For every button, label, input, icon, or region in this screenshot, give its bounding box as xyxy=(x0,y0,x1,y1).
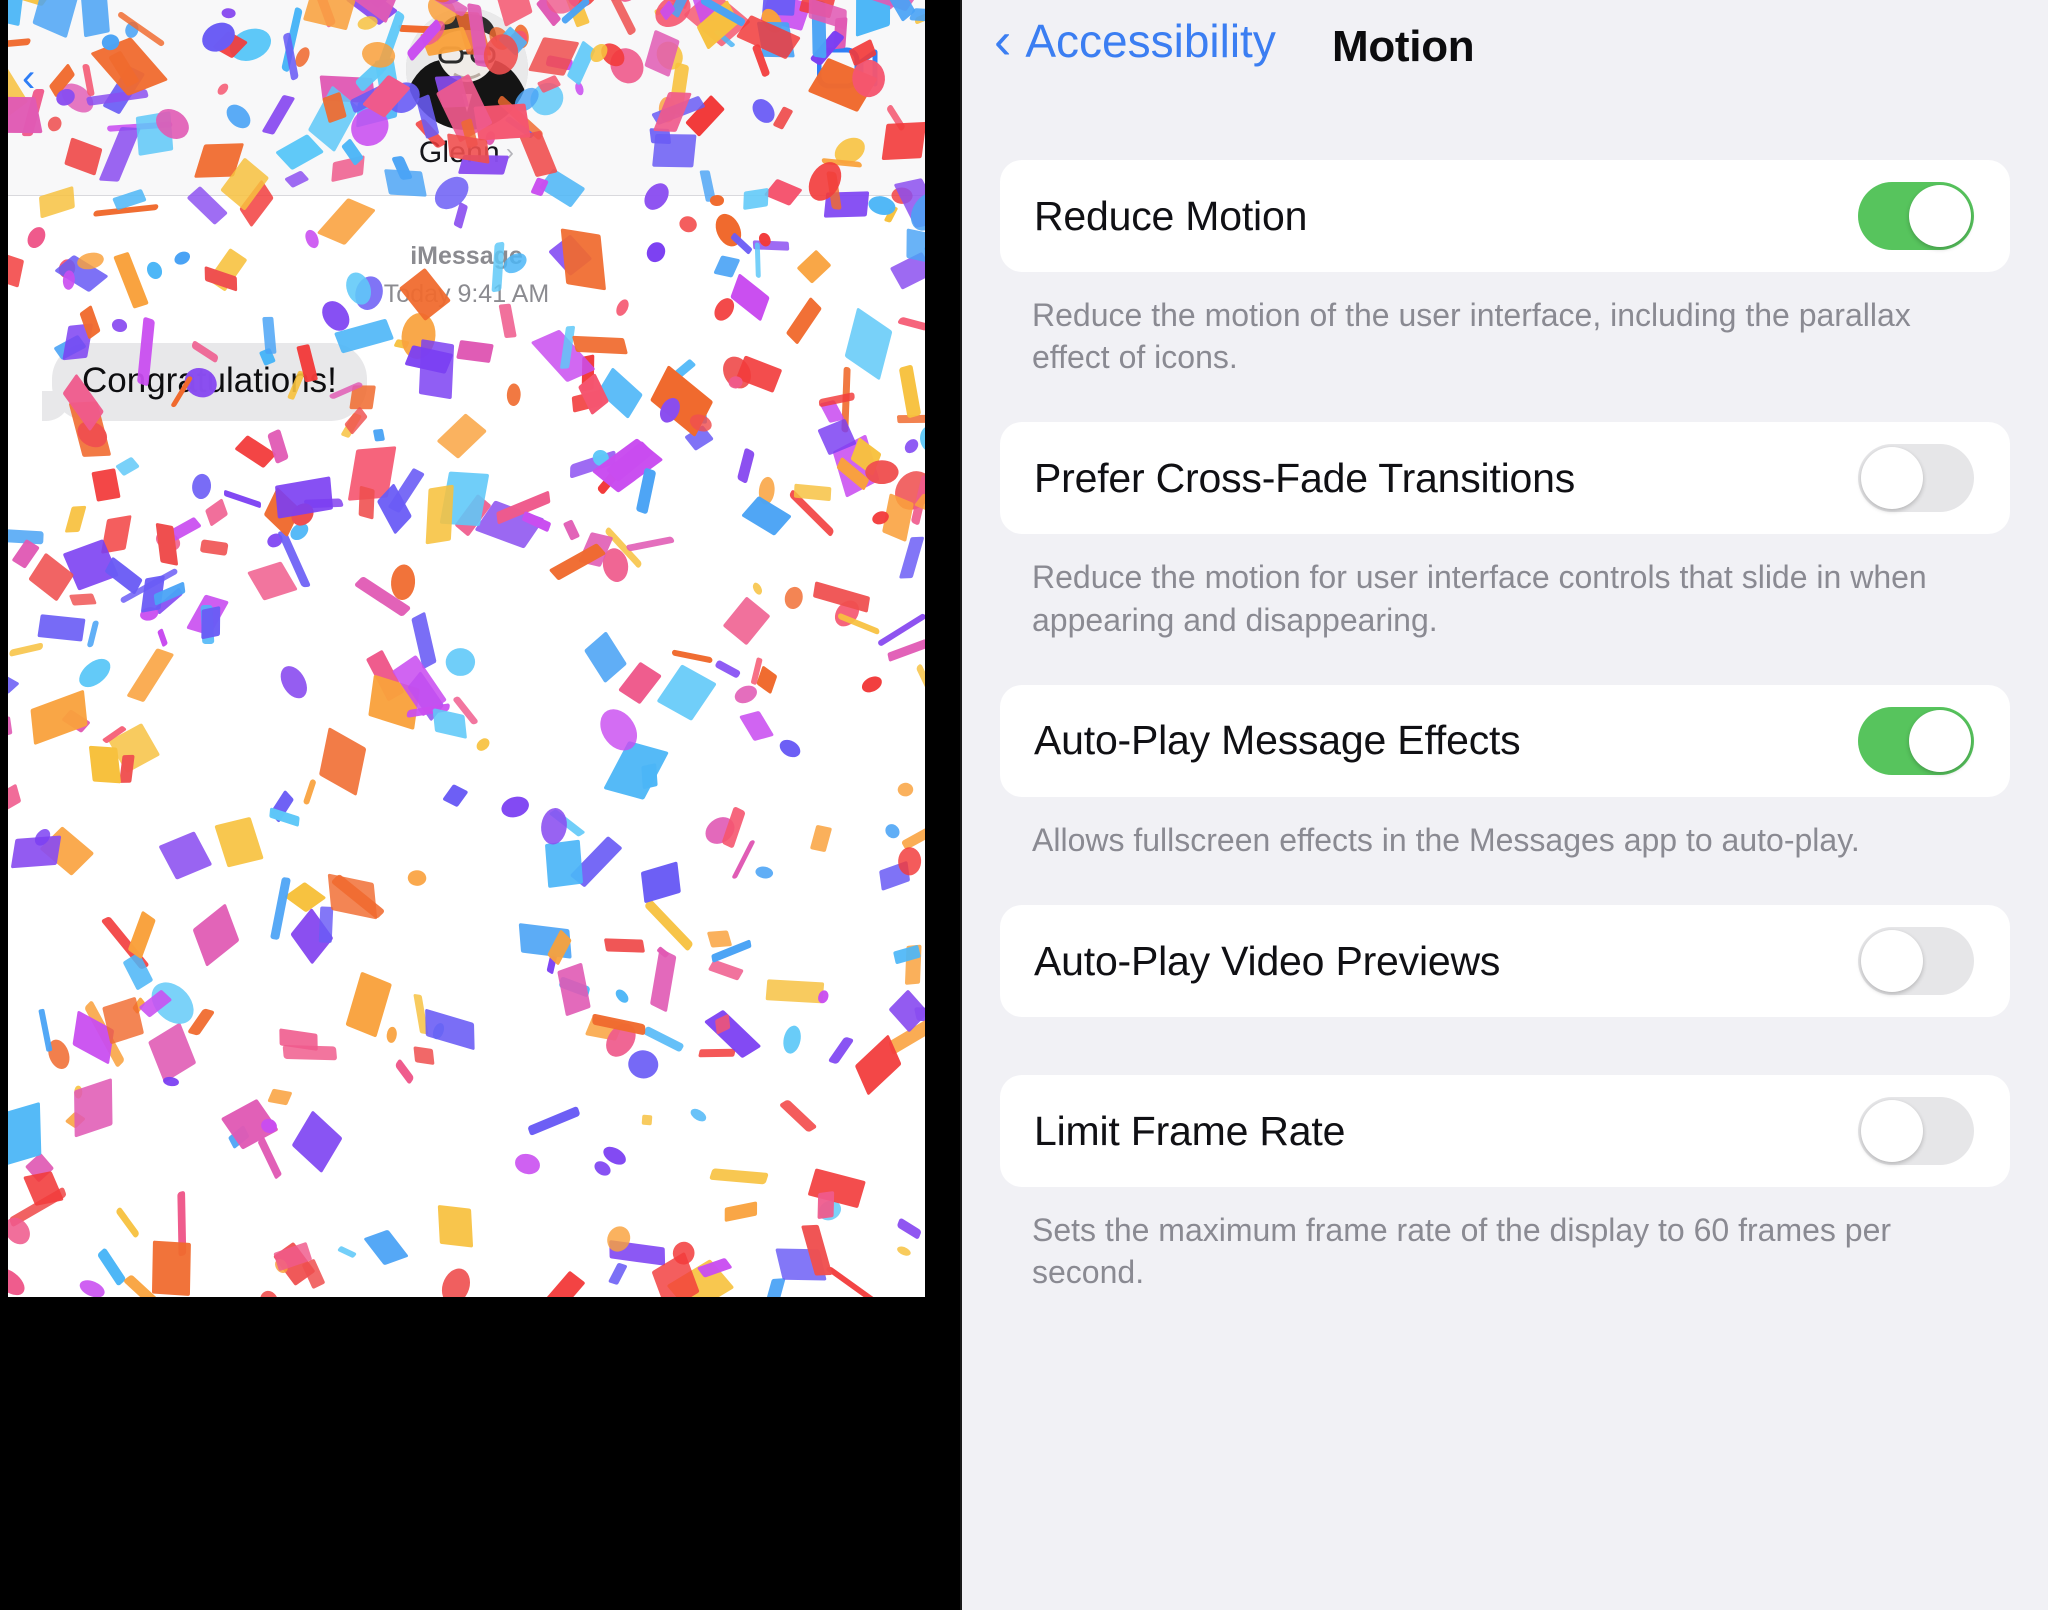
toggle-knob xyxy=(1909,709,1971,772)
settings-row-limit-frame-rate[interactable]: Limit Frame Rate xyxy=(1000,1075,2010,1188)
row-label: Prefer Cross-Fade Transitions xyxy=(1034,454,1576,501)
contact-name: Glenn xyxy=(418,136,500,169)
settings-row-reduce-motion[interactable]: Reduce Motion xyxy=(1000,160,2010,272)
settings-row-auto-play-message-effects[interactable]: Auto-Play Message Effects xyxy=(1000,684,2010,797)
toggle-switch[interactable] xyxy=(1858,927,1974,996)
iphone-screen: ‹ Glenn › iMessage Today 9:41 AM Congrat… xyxy=(8,0,925,1297)
row-label: Limit Frame Rate xyxy=(1034,1107,1346,1154)
video-camera-icon[interactable] xyxy=(817,46,879,90)
toggle-knob xyxy=(1861,1100,1923,1163)
message-meta: iMessage Today 9:41 AM xyxy=(8,238,925,313)
message-timestamp: Today 9:41 AM xyxy=(383,279,550,308)
toggle-switch[interactable] xyxy=(1858,444,1974,513)
conversation-contact-header[interactable]: Glenn › xyxy=(8,8,925,170)
imessage-service-label: iMessage xyxy=(410,242,523,270)
row-label: Auto-Play Message Effects xyxy=(1034,717,1521,764)
chevron-right-icon: › xyxy=(505,139,515,166)
back-to-accessibility-button[interactable]: ‹ Accessibility xyxy=(994,12,1276,70)
screenshot-root: ‹ Glenn › iMessage Today 9:41 AM Congrat… xyxy=(0,0,2048,1610)
iphone-messages-pane: ‹ Glenn › iMessage Today 9:41 AM Congrat… xyxy=(0,0,960,1610)
settings-motion-pane: ‹ Accessibility Motion Reduce Motion Redu… xyxy=(960,0,2048,1610)
row-footnote: Reduce the motion of the user interface,… xyxy=(1032,297,1911,376)
back-label: Accessibility xyxy=(1025,15,1276,68)
toggle-knob xyxy=(1861,930,1923,993)
row-label: Reduce Motion xyxy=(1034,192,1308,239)
contact-name-row[interactable]: Glenn › xyxy=(8,136,925,170)
row-footnote: Reduce the motion for user interface con… xyxy=(1032,559,1927,638)
settings-rows-list: Reduce Motion Reduce the motion of the us… xyxy=(962,108,2048,1338)
conversation-thread: iMessage Today 9:41 AM Congratulations! xyxy=(8,196,925,1297)
message-row-received: Congratulations! xyxy=(8,343,925,422)
row-footnote: Sets the maximum frame rate of the displ… xyxy=(1032,1212,1892,1291)
settings-navigation-bar: ‹ Accessibility Motion xyxy=(962,0,2048,108)
row-footnote: Allows fullscreen effects in the Message… xyxy=(1032,821,1860,858)
toggle-switch[interactable] xyxy=(1858,706,1974,775)
page-title: Motion xyxy=(1332,22,1475,71)
settings-row-auto-play-video-previews[interactable]: Auto-Play Video Previews xyxy=(1000,905,2010,1018)
chevron-left-icon: ‹ xyxy=(994,12,1012,70)
avatar[interactable] xyxy=(405,8,528,130)
toggle-switch[interactable] xyxy=(1858,182,1974,250)
toggle-switch[interactable] xyxy=(1858,1097,1974,1166)
row-label: Auto-Play Video Previews xyxy=(1034,937,1501,984)
message-bubble-received[interactable]: Congratulations! xyxy=(42,343,367,422)
toggle-knob xyxy=(1861,447,1923,510)
toggle-knob xyxy=(1909,185,1971,247)
settings-row-prefer-cross-fade-transitions[interactable]: Prefer Cross-Fade Transitions xyxy=(1000,422,2010,535)
